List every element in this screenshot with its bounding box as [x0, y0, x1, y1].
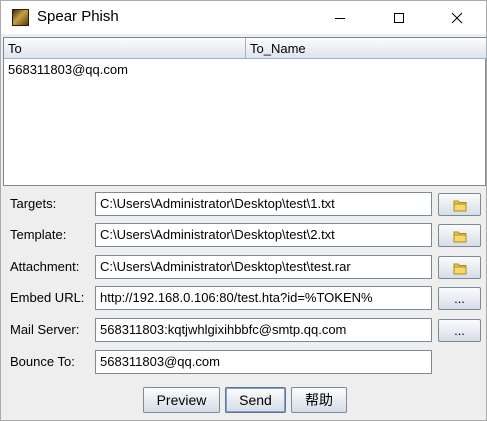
embed-url-row: Embed URL: http://192.168.0.106:80/test.… — [1, 286, 487, 312]
maximize-icon — [394, 12, 404, 23]
template-browse-button[interactable] — [438, 224, 481, 247]
minimize-button[interactable] — [317, 1, 363, 34]
table-row[interactable]: 568311803@qq.com — [4, 59, 485, 81]
table-cell-to: 568311803@qq.com — [8, 62, 128, 77]
close-icon — [451, 12, 463, 23]
embed-url-label: Embed URL: — [10, 290, 85, 305]
help-button[interactable]: 帮助 — [291, 387, 347, 413]
targets-table[interactable]: To To_Name 568311803@qq.com — [3, 37, 487, 186]
attachment-field[interactable]: C:\Users\Administrator\Desktop\test\test… — [95, 255, 432, 279]
column-header-to[interactable]: To — [4, 38, 246, 59]
column-header-to-name[interactable]: To_Name — [246, 38, 487, 59]
preview-button[interactable]: Preview — [143, 387, 220, 413]
template-row: Template: C:\Users\Administrator\Desktop… — [1, 223, 487, 249]
bounce-to-label: Bounce To: — [10, 354, 75, 369]
title-bar[interactable]: Spear Phish — [1, 1, 486, 34]
targets-browse-button[interactable] — [438, 193, 481, 216]
bounce-to-field[interactable]: 568311803@qq.com — [95, 350, 432, 374]
close-button[interactable] — [434, 1, 480, 34]
embed-url-browse-button[interactable]: ... — [438, 287, 481, 310]
mail-server-row: Mail Server: 568311803:kqtjwhlgixihbbfc@… — [1, 318, 487, 344]
folder-icon — [453, 263, 466, 274]
embed-url-field[interactable]: http://192.168.0.106:80/test.hta?id=%TOK… — [95, 286, 432, 310]
maximize-button[interactable] — [376, 1, 422, 34]
bounce-to-row: Bounce To: 568311803@qq.com — [1, 350, 487, 376]
folder-icon — [453, 231, 466, 242]
template-field[interactable]: C:\Users\Administrator\Desktop\test\2.tx… — [95, 223, 432, 247]
targets-row: Targets: C:\Users\Administrator\Desktop\… — [1, 192, 487, 218]
targets-label: Targets: — [10, 196, 57, 211]
mail-server-label: Mail Server: — [10, 322, 80, 337]
table-header: To To_Name — [4, 38, 487, 59]
table-body: 568311803@qq.com — [4, 59, 485, 81]
attachment-browse-button[interactable] — [438, 256, 481, 279]
window-title: Spear Phish — [37, 8, 119, 25]
folder-icon — [453, 200, 466, 211]
mail-server-field[interactable]: 568311803:kqtjwhlgixihbbfc@smtp.qq.com — [95, 318, 432, 342]
targets-field[interactable]: C:\Users\Administrator\Desktop\test\1.tx… — [95, 192, 432, 216]
attachment-label: Attachment: — [10, 259, 80, 274]
table-cell-to-name — [246, 59, 487, 81]
minimize-icon — [335, 17, 345, 19]
attachment-row: Attachment: C:\Users\Administrator\Deskt… — [1, 255, 487, 281]
template-label: Template: — [10, 227, 67, 242]
mail-server-settings-button[interactable]: ... — [438, 319, 481, 342]
app-icon — [12, 9, 29, 26]
send-button[interactable]: Send — [225, 387, 286, 413]
spear-phish-dialog: Spear Phish To To_Name 568311803@qq.com — [0, 0, 487, 421]
